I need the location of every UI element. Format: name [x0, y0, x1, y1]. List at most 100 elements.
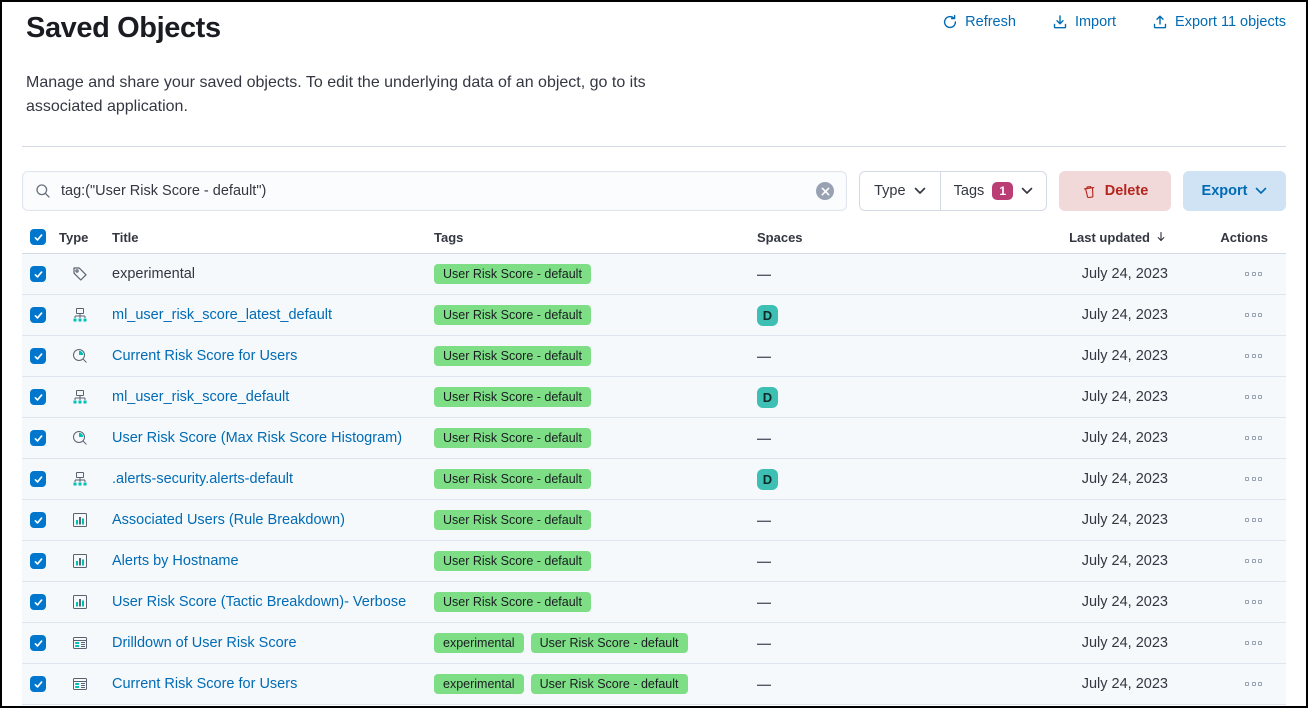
no-spaces-dash: —	[757, 512, 770, 528]
lens-icon	[72, 512, 88, 528]
chevron-down-icon	[1021, 187, 1033, 195]
object-title-link: experimental	[112, 266, 195, 282]
search-box	[22, 171, 847, 211]
saved-objects-table: Type Title Tags Spaces Last updated Acti…	[22, 221, 1286, 705]
object-title-link[interactable]: Alerts by Hostname	[112, 553, 239, 569]
tags-cell: User Risk Score - default	[434, 469, 757, 489]
spaces-cell: D	[757, 469, 1008, 490]
object-title-link[interactable]: User Risk Score (Max Risk Score Histogra…	[112, 430, 402, 446]
row-checkbox[interactable]	[30, 430, 46, 446]
delete-button[interactable]: Delete	[1059, 171, 1171, 211]
actions-menu-button[interactable]	[1245, 268, 1262, 280]
spaces-cell: —	[757, 594, 1008, 610]
search-input[interactable]	[61, 183, 806, 199]
actions-menu-button[interactable]	[1245, 514, 1262, 526]
spaces-cell: D	[757, 305, 1008, 326]
no-spaces-dash: —	[757, 635, 770, 651]
row-checkbox[interactable]	[30, 594, 46, 610]
index-pattern-icon	[72, 471, 88, 487]
object-title-link[interactable]: Current Risk Score for Users	[112, 676, 297, 692]
column-header-last-updated[interactable]: Last updated	[1008, 230, 1168, 245]
row-checkbox[interactable]	[30, 512, 46, 528]
row-checkbox[interactable]	[30, 307, 46, 323]
page-description: Manage and share your saved objects. To …	[26, 71, 691, 119]
actions-menu-button[interactable]	[1245, 678, 1262, 690]
lens-icon	[72, 553, 88, 569]
table-row: Alerts by Hostname User Risk Score - def…	[22, 541, 1286, 582]
export-icon	[1152, 14, 1168, 30]
spaces-cell: —	[757, 430, 1008, 446]
object-title-link[interactable]: Associated Users (Rule Breakdown)	[112, 512, 345, 528]
dashboard-icon	[72, 635, 88, 651]
trash-icon	[1082, 184, 1097, 199]
header-actions: Refresh Import Export 11 objects	[942, 10, 1286, 30]
object-title-link[interactable]: ml_user_risk_score_default	[112, 389, 289, 405]
index-pattern-icon	[72, 389, 88, 405]
type-filter-button[interactable]: Type	[860, 172, 940, 210]
last-updated-value: July 24, 2023	[1008, 512, 1168, 528]
export-all-button[interactable]: Export 11 objects	[1152, 14, 1286, 30]
page-header: Saved Objects Refresh Import Export 11 o…	[22, 2, 1286, 46]
object-title-link[interactable]: Drilldown of User Risk Score	[112, 635, 297, 651]
object-title-link[interactable]: Current Risk Score for Users	[112, 348, 297, 364]
refresh-label: Refresh	[965, 14, 1016, 30]
last-updated-value: July 24, 2023	[1008, 389, 1168, 405]
dashboard-icon	[72, 676, 88, 692]
object-title-link[interactable]: ml_user_risk_score_latest_default	[112, 307, 332, 323]
last-updated-value: July 24, 2023	[1008, 307, 1168, 323]
refresh-button[interactable]: Refresh	[942, 14, 1016, 30]
tags-cell: User Risk Score - default	[434, 346, 757, 366]
table-row: Drilldown of User Risk Score experimenta…	[22, 623, 1286, 664]
clear-search-icon[interactable]	[816, 182, 834, 200]
object-title-link[interactable]: .alerts-security.alerts-default	[112, 471, 293, 487]
table-row: .alerts-security.alerts-default User Ris…	[22, 459, 1286, 500]
row-checkbox[interactable]	[30, 553, 46, 569]
actions-menu-button[interactable]	[1245, 473, 1262, 485]
tags-cell: experimentalUser Risk Score - default	[434, 674, 757, 694]
actions-menu-button[interactable]	[1245, 637, 1262, 649]
actions-menu-button[interactable]	[1245, 391, 1262, 403]
visualization-icon	[72, 348, 88, 364]
actions-menu-button[interactable]	[1245, 596, 1262, 608]
tags-cell: User Risk Score - default	[434, 264, 757, 284]
spaces-cell: —	[757, 635, 1008, 651]
row-checkbox[interactable]	[30, 635, 46, 651]
last-updated-value: July 24, 2023	[1008, 471, 1168, 487]
no-spaces-dash: —	[757, 348, 770, 364]
space-avatar: D	[757, 387, 778, 408]
no-spaces-dash: —	[757, 676, 770, 692]
tags-count-badge: 1	[992, 182, 1013, 200]
actions-menu-button[interactable]	[1245, 555, 1262, 567]
section-divider	[22, 146, 1286, 147]
row-checkbox[interactable]	[30, 676, 46, 692]
spaces-cell: —	[757, 348, 1008, 364]
row-checkbox[interactable]	[30, 471, 46, 487]
tag-icon	[72, 266, 88, 282]
column-header-title: Title	[104, 230, 434, 245]
filter-group: Type Tags 1	[859, 171, 1047, 211]
actions-menu-button[interactable]	[1245, 309, 1262, 321]
object-title-link[interactable]: User Risk Score (Tactic Breakdown)- Verb…	[112, 594, 406, 610]
table-body: experimental User Risk Score - default —…	[22, 254, 1286, 705]
last-updated-value: July 24, 2023	[1008, 430, 1168, 446]
actions-menu-button[interactable]	[1245, 350, 1262, 362]
actions-menu-button[interactable]	[1245, 432, 1262, 444]
select-all-checkbox[interactable]	[30, 229, 46, 245]
tags-cell: User Risk Score - default	[434, 305, 757, 325]
row-checkbox[interactable]	[30, 389, 46, 405]
table-row: ml_user_risk_score_latest_default User R…	[22, 295, 1286, 336]
spaces-cell: —	[757, 553, 1008, 569]
export-all-label: Export 11 objects	[1175, 14, 1286, 30]
row-checkbox[interactable]	[30, 348, 46, 364]
row-checkbox[interactable]	[30, 266, 46, 282]
table-row: Associated Users (Rule Breakdown) User R…	[22, 500, 1286, 541]
import-button[interactable]: Import	[1052, 14, 1116, 30]
tags-cell: User Risk Score - default	[434, 387, 757, 407]
tags-filter-button[interactable]: Tags 1	[940, 172, 1046, 210]
tag-badge: User Risk Score - default	[434, 510, 591, 530]
space-avatar: D	[757, 305, 778, 326]
import-icon	[1052, 14, 1068, 30]
type-filter-label: Type	[874, 183, 905, 199]
export-selected-button[interactable]: Export	[1183, 171, 1286, 211]
table-row: User Risk Score (Max Risk Score Histogra…	[22, 418, 1286, 459]
